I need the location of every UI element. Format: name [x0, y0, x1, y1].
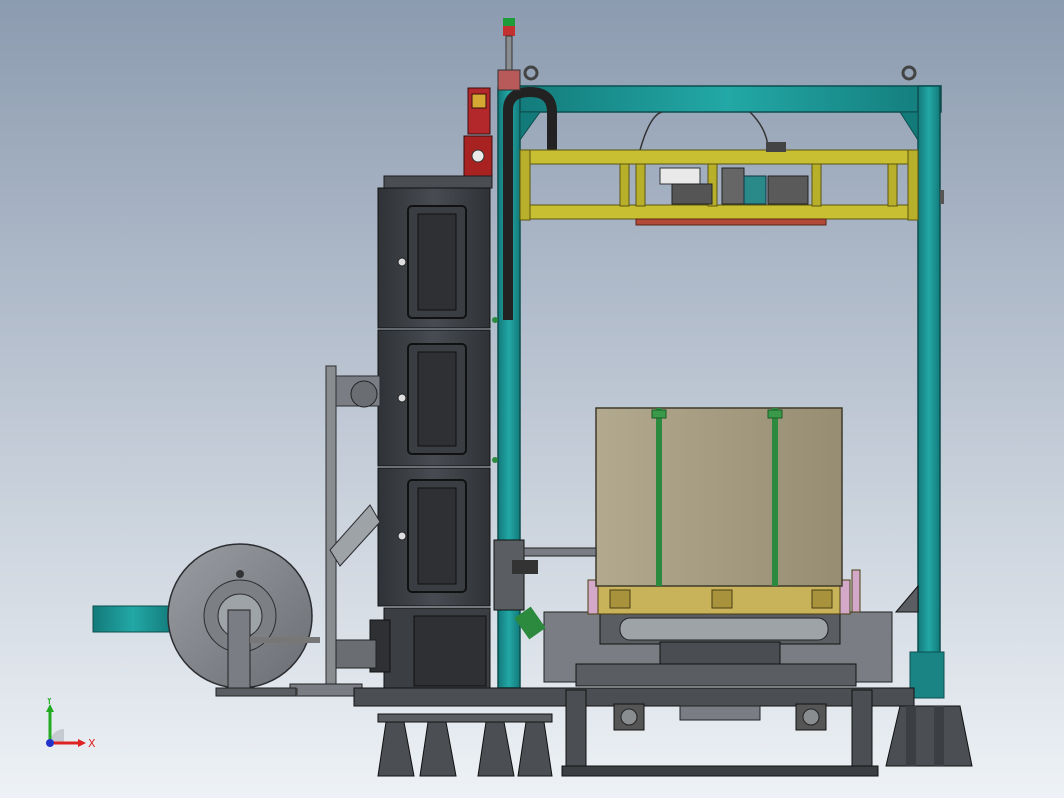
strapping-head-frame — [519, 142, 919, 226]
roller-conveyor — [543, 611, 893, 687]
control-cabinet-stack — [369, 175, 498, 689]
cabinet-middle — [377, 329, 491, 467]
cargo-box — [595, 407, 843, 587]
lifting-eye — [523, 65, 539, 81]
conveyor-arm — [92, 605, 174, 633]
base-beam — [353, 687, 915, 707]
lifting-eye — [901, 65, 917, 81]
beacon-light-red — [503, 26, 515, 36]
beacon-light-green — [503, 18, 515, 26]
cad-viewport[interactable]: X Y — [0, 0, 1064, 798]
strap-band — [656, 408, 662, 586]
strapping-machine-model — [92, 18, 973, 777]
x-axis-label: X — [88, 737, 96, 750]
cabinet-upper — [377, 187, 491, 329]
strap-reel — [167, 543, 320, 697]
cabinet-lower — [377, 467, 491, 607]
z-axis-dot — [46, 739, 54, 747]
coordinate-triad: X Y — [45, 698, 96, 750]
y-axis-label: Y — [45, 698, 53, 707]
strap-band — [772, 408, 778, 586]
